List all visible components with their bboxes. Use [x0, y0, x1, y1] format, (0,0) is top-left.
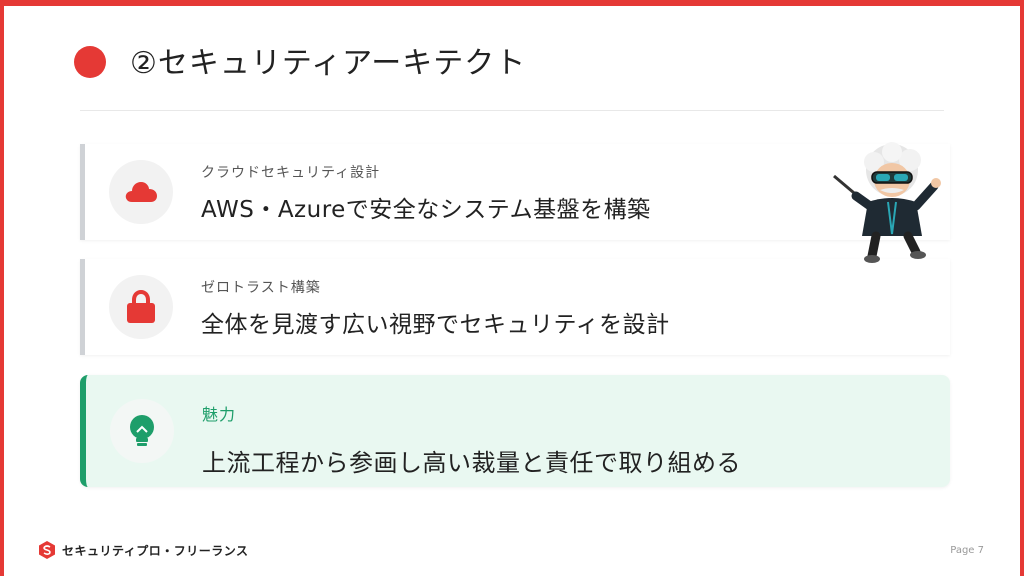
card-zero-trust: ゼロトラスト構築 全体を見渡す広い視野でセキュリティを設計 — [80, 259, 950, 355]
card-text: 全体を見渡す広い視野でセキュリティを設計 — [201, 312, 670, 338]
mascot-illustration — [833, 142, 941, 263]
brand-logo-icon — [39, 541, 55, 559]
card-subtitle: 魅力 — [202, 405, 237, 424]
lightbulb-icon — [110, 399, 174, 463]
card-subtitle: クラウドセキュリティ設計 — [201, 165, 381, 181]
card-cloud-security: クラウドセキュリティ設計 AWS・Azureで安全なシステム基盤を構築 — [80, 144, 950, 240]
page-title: ②セキュリティアーキテクト — [130, 46, 527, 81]
footer-brand: セキュリティプロ・フリーランス — [38, 541, 249, 559]
title-divider — [80, 110, 944, 111]
cloud-icon — [109, 160, 173, 224]
title-bullet-dot — [74, 46, 106, 78]
page-number: Page 7 — [950, 545, 984, 556]
left-border — [0, 0, 4, 576]
card-text: AWS・Azureで安全なシステム基盤を構築 — [201, 197, 651, 223]
right-border — [1020, 0, 1024, 576]
brand-name: セキュリティプロ・フリーランス — [62, 543, 249, 558]
card-subtitle: ゼロトラスト構築 — [201, 280, 321, 296]
card-appeal: 魅力 上流工程から参画し高い裁量と責任で取り組める — [80, 375, 950, 487]
lock-icon — [109, 275, 173, 339]
card-text: 上流工程から参画し高い裁量と責任で取り組める — [202, 449, 741, 477]
top-border — [0, 0, 1024, 6]
